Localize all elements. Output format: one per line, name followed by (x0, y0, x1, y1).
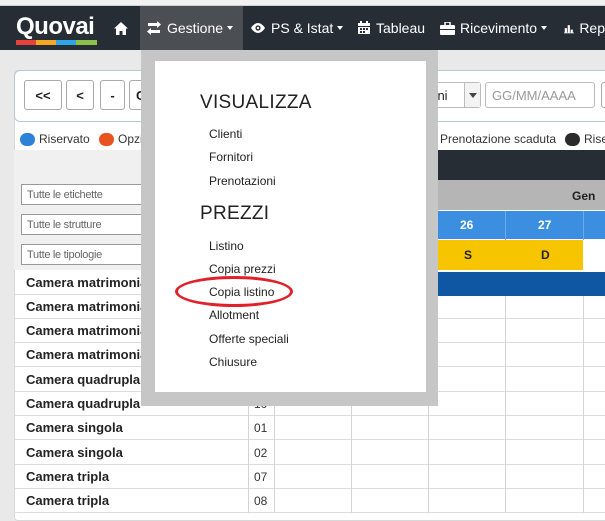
navbar: Quovai Gestione PS & Istat Tableau Ricev… (0, 6, 605, 50)
exchange-icon (147, 21, 161, 35)
tags-filter[interactable]: Tutte le etichette (21, 184, 154, 205)
grid-divider (248, 392, 249, 513)
room-code: 02 (254, 446, 268, 460)
room-row[interactable]: Camera singola 02 (14, 441, 605, 465)
menu-item-fornitori[interactable]: Fornitori (209, 150, 253, 164)
legend-label: Prenotazione scaduta (440, 132, 557, 146)
brand-logo[interactable]: Quovai (16, 13, 98, 45)
brand-bar-4 (76, 40, 97, 45)
first-page-button[interactable]: << (24, 80, 62, 110)
types-filter[interactable]: Tutte le tipologie (21, 244, 154, 265)
types-filter-placeholder: Tutte le tipologie (27, 248, 102, 261)
room-row[interactable]: Camera singola 01 (14, 416, 605, 440)
room-code: 01 (254, 421, 268, 435)
minus-button[interactable]: - (100, 80, 125, 110)
month-label: Gen (572, 189, 596, 203)
structures-filter-placeholder: Tutte le strutture (27, 218, 102, 231)
brand-bar-1 (16, 40, 36, 45)
room-name: Camera quadrupla (26, 372, 141, 387)
menu-item-clienti[interactable]: Clienti (209, 127, 242, 141)
menu-item-copia-prezzi[interactable]: Copia prezzi (209, 262, 276, 276)
room-name: Camera matrimoniale (26, 323, 159, 338)
prev-page-button[interactable]: < (66, 80, 94, 110)
tags-filter-placeholder: Tutte le etichette (27, 188, 103, 201)
calendar-button[interactable] (601, 82, 605, 108)
room-row[interactable]: Camera tripla 07 (14, 465, 605, 489)
day-numbers-row (426, 211, 605, 239)
menu-item-allotment[interactable]: Allotment (209, 308, 259, 322)
nav-report[interactable]: Rep (564, 6, 605, 50)
chevron-down-icon (337, 26, 344, 30)
weekday-label: D (541, 248, 550, 262)
weekday-label: S (464, 248, 473, 262)
legend-label: Riservato (39, 132, 90, 146)
room-name: Camera matrimoniale (26, 347, 159, 362)
day-number: 26 (460, 218, 474, 232)
room-name: Camera matrimoniale (26, 275, 159, 290)
menu-item-offerte-speciali[interactable]: Offerte speciali (209, 332, 289, 346)
select-arrow-icon (464, 83, 480, 107)
nav-report-label: Rep (579, 20, 605, 36)
legend-dot (99, 132, 114, 146)
room-name: Camera tripla (26, 469, 110, 484)
date-placeholder: GG/MM/AAAA (492, 87, 576, 103)
legend-riservato: Riservato (20, 131, 90, 147)
eye-icon (251, 23, 265, 33)
legend-dot (20, 132, 35, 146)
chevron-down-icon (227, 26, 234, 30)
brand-bar-2 (36, 40, 56, 45)
menu-item-chiusure[interactable]: Chiusure (209, 355, 257, 369)
day-number: 27 (538, 218, 552, 232)
nav-home[interactable] (106, 6, 140, 50)
booking-bar[interactable] (431, 272, 605, 296)
menu-item-prenotazioni[interactable]: Prenotazioni (209, 174, 276, 188)
room-code: 08 (254, 494, 268, 508)
legend-label: Riser (584, 132, 605, 146)
room-name: Camera quadrupla (26, 396, 141, 411)
nav-ricevimento-label: Ricevimento (460, 20, 538, 36)
weekday-row (426, 240, 583, 270)
nav-gestione[interactable]: Gestione (140, 6, 243, 50)
nav-gestione-label: Gestione (167, 20, 224, 36)
room-name: Camera singola (26, 445, 123, 460)
bar-chart-icon (564, 24, 575, 33)
nav-ps-istat-label: PS & Istat (271, 20, 334, 36)
room-name: Camera matrimoniale (26, 299, 159, 314)
structures-filter[interactable]: Tutte le strutture (21, 214, 154, 235)
grid-divider (274, 392, 275, 513)
grid-divider (505, 296, 506, 513)
room-name: Camera tripla (26, 493, 110, 508)
grid-divider (583, 296, 584, 513)
nav-tableau[interactable]: Tableau (357, 6, 431, 50)
menu-item-listino[interactable]: Listino (209, 239, 244, 253)
briefcase-icon (440, 21, 455, 35)
room-row[interactable]: Camera tripla 08 (14, 489, 605, 513)
chevron-down-icon (541, 26, 548, 30)
section-heading-prezzi: PREZZI (200, 203, 270, 224)
nav-ps-istat[interactable]: PS & Istat (250, 6, 348, 50)
home-icon (113, 21, 128, 35)
day-divider (583, 211, 584, 240)
legend-riservato-dark: Riser (565, 131, 605, 147)
brand-bar-3 (56, 40, 76, 45)
room-name: Camera singola (26, 420, 123, 435)
room-code: 07 (254, 470, 268, 484)
section-heading-visualizza: VISUALIZZA (200, 92, 312, 113)
legend-prenotazione-scaduta: Prenotazione scaduta (421, 131, 556, 147)
legend-dot (565, 132, 580, 146)
grid-divider (351, 392, 352, 513)
calendar-icon (358, 21, 370, 34)
nav-tableau-label: Tableau (376, 20, 426, 36)
date-field[interactable]: GG/MM/AAAA (485, 82, 595, 108)
nav-ricevimento[interactable]: Ricevimento (440, 6, 556, 50)
gestione-dropdown: VISUALIZZA Clienti Fornitori Prenotazion… (155, 61, 426, 392)
highlight-annotation (175, 276, 293, 307)
brand-name: Quovai (16, 13, 95, 40)
grid-header-month-bar (426, 150, 605, 180)
